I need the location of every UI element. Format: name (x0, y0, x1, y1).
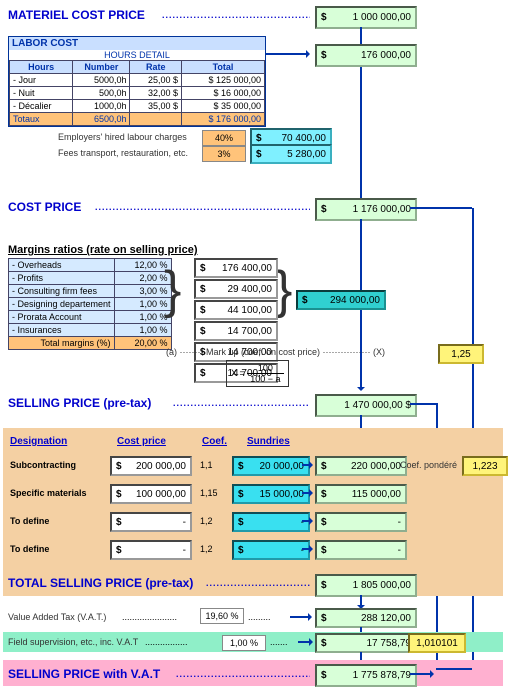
margins-title: Margins ratios (rate on selling price) (8, 244, 198, 256)
totalsell-label: TOTAL SELLING PRICE (pre-tax) (8, 576, 193, 590)
fees-val: $5 280,00 (250, 144, 332, 164)
fees-label: Fees transport, restauration, etc. (58, 148, 188, 158)
margins-table: - Overheads12,00 % - Profits2,00 % - Con… (8, 258, 172, 350)
vat-pct: 19,60 % (200, 608, 244, 624)
dots: .................................... (206, 578, 310, 588)
labor-box: LABOR COST HOURS DETAIL HoursNumberRateT… (8, 36, 266, 127)
employers-label: Employers' hired labour charges (58, 132, 187, 142)
dots: ........................................… (95, 202, 310, 212)
coef-pond-val: 1,223 (462, 456, 508, 476)
head-sundries: Sundries (247, 436, 290, 447)
field-label: Field supervision, etc., inc. V.A.T (8, 637, 138, 647)
materiel-label: MATERIEL COST PRICE (8, 8, 145, 22)
head-cost: Cost price (117, 436, 166, 447)
sellingpre-value: 1 470 000,00 $ (315, 394, 417, 417)
totalsell-value: $1 805 000,00 (315, 574, 417, 597)
labor-title: LABOR COST (9, 37, 265, 50)
dots: ........................................… (162, 10, 310, 20)
dots: ........................................… (173, 398, 310, 408)
sellingpre-label: SELLING PRICE (pre-tax) (8, 396, 151, 410)
field-val: $17 758,79 (315, 633, 417, 653)
vat-value: $288 120,00 (315, 608, 417, 628)
head-design: Designation (10, 436, 67, 447)
costprice-value: $1 176 000,00 (315, 198, 417, 221)
extras-row-name: Subcontracting (10, 460, 76, 470)
markup-label: (a) ········ Mark up (coef. on cost pric… (166, 347, 385, 357)
employers-pct: 40% (202, 130, 246, 146)
dots: ........................................… (176, 669, 310, 679)
final-label: SELLING PRICE with V.A.T (8, 667, 160, 681)
formula: X = 100 100 − a (226, 360, 289, 387)
vat-label: Value Added Tax (V.A.T.) (8, 612, 106, 622)
labor-total: $176 000,00 (315, 44, 417, 67)
coef-pond-label: Coef. pondéré (400, 460, 457, 470)
field-pct: 1,00 % (222, 635, 266, 651)
hours-table: HoursNumberRateTotal - Jour5000,0h25,00 … (9, 60, 265, 126)
costprice-label: COST PRICE (8, 200, 81, 214)
labor-subtitle: HOURS DETAIL (9, 50, 265, 60)
markup-val: 1,25 (438, 344, 484, 364)
field-coef: 1,010101 (408, 633, 466, 653)
fees-pct: 3% (202, 146, 246, 162)
final-value: $1 775 878,79 (315, 664, 417, 687)
materiel-value: $1 000 000,00 (315, 6, 417, 29)
margin-total: $294 000,00 (296, 290, 386, 310)
head-coef: Coef. (202, 436, 227, 447)
